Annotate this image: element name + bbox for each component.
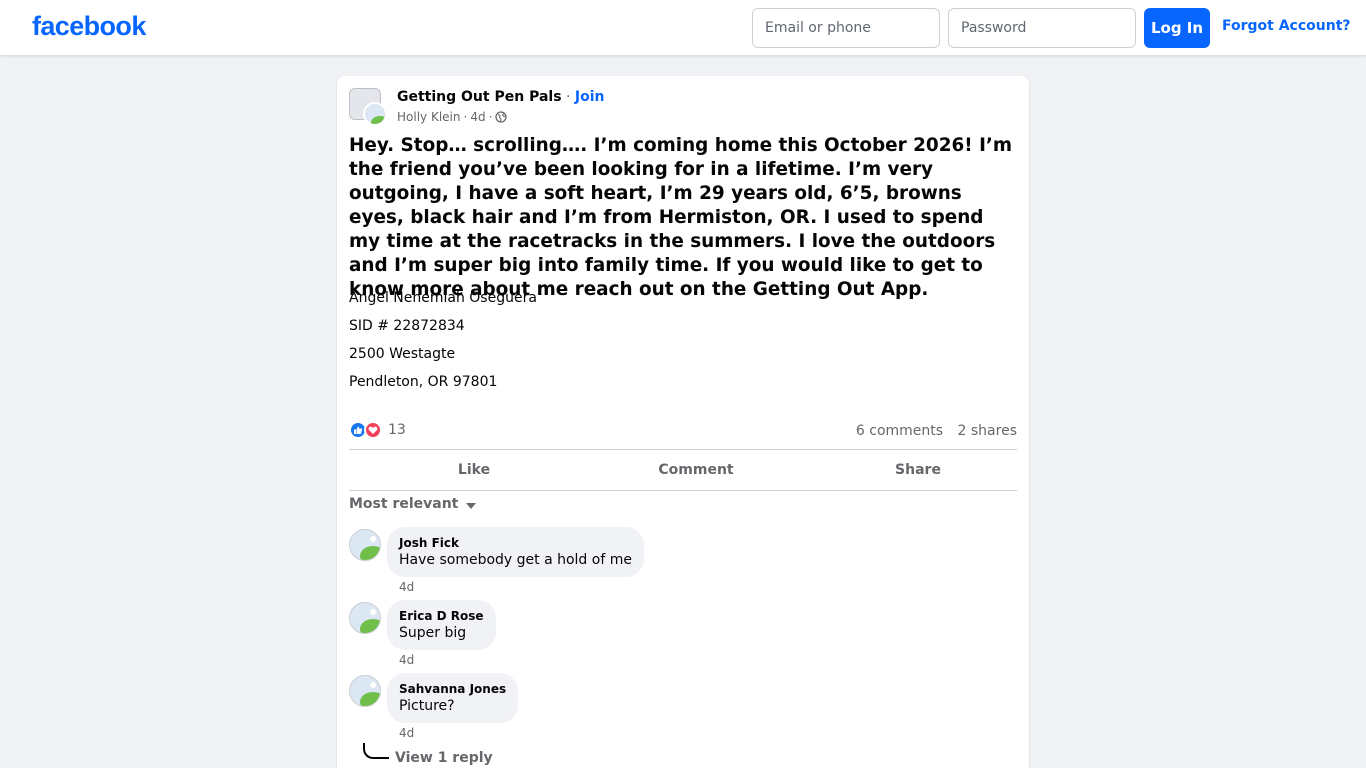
group-line: Getting Out Pen Pals · Join [397, 89, 604, 105]
meta-separator-2: · [488, 110, 493, 124]
reactions-summary[interactable]: 13 [349, 421, 406, 439]
like-button[interactable]: Like [349, 451, 599, 489]
author-avatar-small [363, 102, 387, 126]
sort-label: Most relevant [349, 496, 459, 512]
info-line-city: Pendleton, OR 97801 [349, 374, 498, 390]
comment-time[interactable]: 4d [399, 726, 414, 740]
comment-button[interactable]: Comment [584, 451, 808, 489]
group-avatar[interactable] [349, 88, 387, 126]
comment-time[interactable]: 4d [399, 580, 414, 594]
comment-text: Picture? [399, 698, 455, 714]
comment-author[interactable]: Sahvanna Jones [399, 681, 506, 697]
commenter-avatar[interactable] [349, 529, 381, 561]
reply-connector [363, 743, 389, 759]
forgot-account-link[interactable]: Forgot Account? [1222, 18, 1351, 34]
group-name[interactable]: Getting Out Pen Pals [397, 89, 562, 105]
comment-text: Super big [399, 625, 467, 641]
separator-dot: · [565, 89, 571, 105]
comment-text: Have somebody get a hold of me [399, 552, 632, 568]
comment-bubble: Josh Fick Have somebody get a hold of me [387, 527, 644, 577]
globe-icon [495, 111, 508, 123]
comment-author[interactable]: Josh Fick [399, 535, 632, 551]
join-link[interactable]: Join [575, 89, 605, 105]
view-replies-link[interactable]: View 1 reply [395, 750, 493, 766]
post-text: Hey. Stop… scrolling…. I’m coming home t… [349, 135, 1013, 300]
meta-separator: · [463, 110, 468, 124]
comment-bubble: Erica D Rose Super big [387, 600, 496, 650]
login-button[interactable]: Log In [1144, 8, 1210, 48]
facebook-logo[interactable]: facebook [32, 11, 146, 42]
email-field[interactable] [752, 8, 940, 48]
info-line-street: 2500 Westagte [349, 346, 456, 362]
top-bar: facebook Log In Forgot Account? [0, 0, 1366, 56]
share-button[interactable]: Share [806, 451, 1030, 489]
divider-top [349, 449, 1017, 450]
info-line-sid: SID # 22872834 [349, 318, 465, 334]
post-card: Getting Out Pen Pals · Join Holly Klein … [337, 76, 1029, 768]
comment-bubble: Sahvanna Jones Picture? [387, 673, 519, 723]
commenter-avatar[interactable] [349, 602, 381, 634]
engagement-counts: 6 comments 2 shares [856, 423, 1017, 439]
info-line-name: Angel Nehemiah Oseguera [349, 290, 537, 306]
comments-count[interactable]: 6 comments [856, 423, 943, 439]
shares-count[interactable]: 2 shares [958, 423, 1017, 439]
love-reaction-icon [364, 421, 382, 439]
comment-time[interactable]: 4d [399, 653, 414, 667]
comment-sort-dropdown[interactable]: Most relevant [349, 496, 477, 512]
post-meta: Holly Klein · 4d · [397, 110, 508, 124]
comment-author[interactable]: Erica D Rose [399, 608, 484, 624]
password-field[interactable] [948, 8, 1136, 48]
commenter-avatar[interactable] [349, 675, 381, 707]
post-time[interactable]: 4d [470, 110, 485, 124]
caret-down-icon [466, 503, 477, 509]
reaction-count: 13 [388, 422, 406, 438]
divider-bottom [349, 490, 1017, 491]
author-name[interactable]: Holly Klein [397, 110, 460, 124]
